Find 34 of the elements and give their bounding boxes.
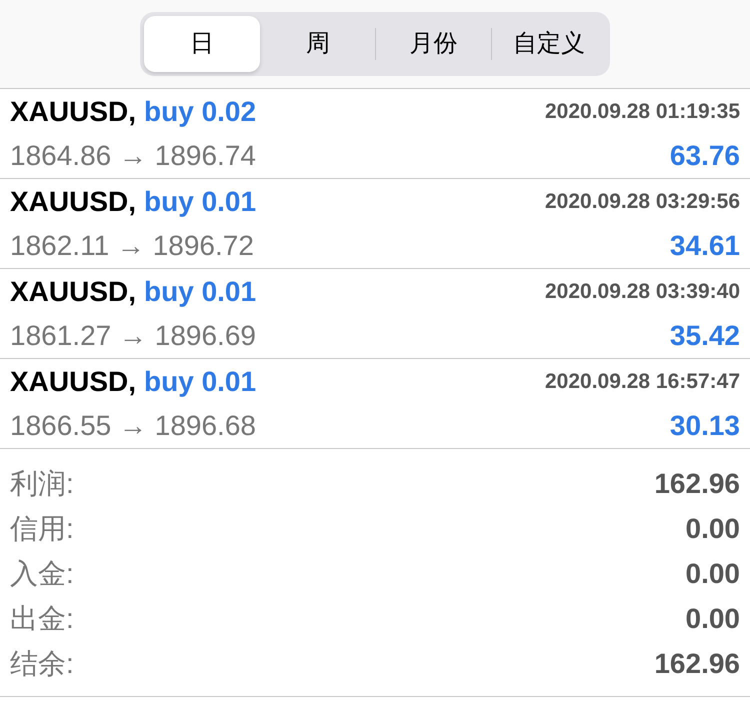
period-tab[interactable]: 月份 [376,16,490,72]
summary-label: 结余: [10,646,74,680]
period-tab[interactable]: 周 [260,16,375,72]
summary-label: 出金: [10,602,74,636]
summary-value: 0.00 [686,512,740,546]
trade-symbol: XAUUSD, [10,274,136,308]
period-tab[interactable]: 日 [144,16,260,72]
trade-profit: 35.42 [670,318,740,352]
trade-prices: 1864.86 → 1896.74 [10,138,256,172]
summary-value: 0.00 [686,556,740,590]
summary-value: 162.96 [654,466,740,500]
trade-profit: 34.61 [670,228,740,262]
trade-prices: 1861.27 → 1896.69 [10,318,256,352]
summary-value: 0.00 [686,602,740,636]
trade-time: 2020.09.28 16:57:47 [545,368,740,395]
summary-label: 入金: [10,556,74,590]
summary-value: 162.96 [654,646,740,680]
trade-side-volume: buy 0.02 [144,94,256,129]
trade-symbol: XAUUSD, [10,94,136,128]
trade-side-volume: buy 0.01 [144,274,256,309]
trade-profit: 30.13 [670,408,740,442]
trade-side-volume: buy 0.01 [144,184,256,219]
trade-time: 2020.09.28 03:29:56 [545,188,740,215]
summary-label: 信用: [10,512,74,546]
trade-symbol: XAUUSD, [10,364,136,398]
trade-side-volume: buy 0.01 [144,364,256,399]
period-tab[interactable]: 自定义 [492,16,606,72]
trade-prices: 1866.55 → 1896.68 [10,408,256,442]
trade-time: 2020.09.28 01:19:35 [545,98,740,125]
trade-prices: 1862.11 → 1896.72 [10,228,254,262]
trade-symbol: XAUUSD, [10,184,136,218]
trade-time: 2020.09.28 03:39:40 [545,278,740,305]
trade-profit: 63.76 [670,138,740,172]
summary-label: 利润: [10,466,74,500]
